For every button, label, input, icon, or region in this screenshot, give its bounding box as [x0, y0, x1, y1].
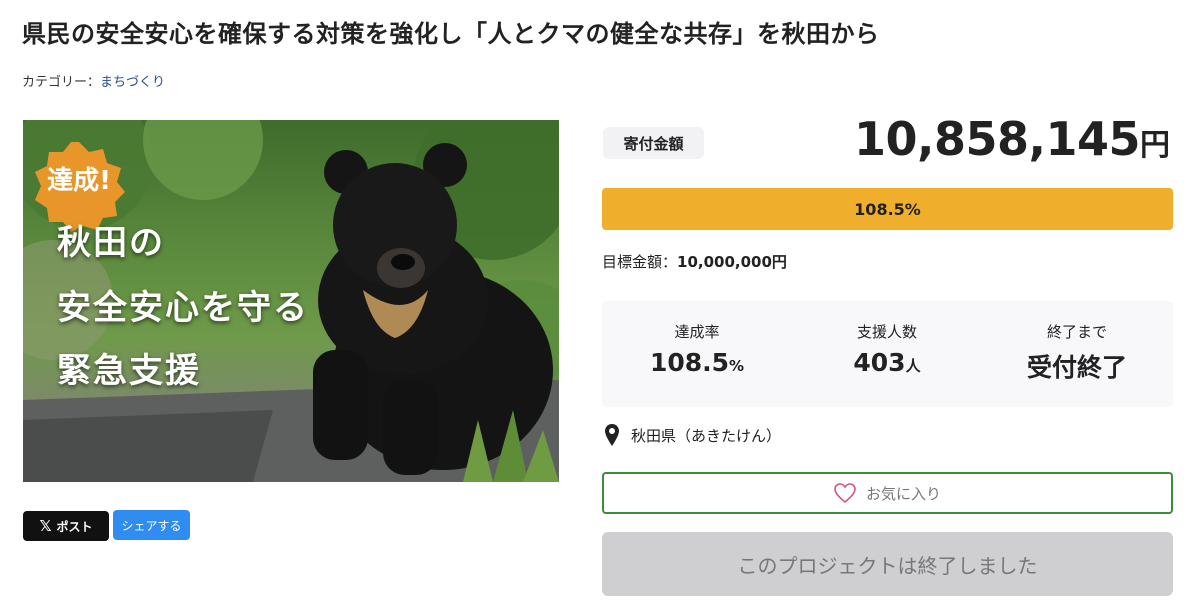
goal-label: 目標金額：: [602, 253, 678, 271]
donation-amount-unit: 円: [1140, 128, 1170, 163]
page-title: 県民の安全安心を確保する対策を強化し「人とクマの健全な共存」を秋田から: [22, 20, 880, 48]
share-button[interactable]: シェアする: [113, 510, 190, 540]
hero-text-line-3: 緊急支援: [57, 351, 201, 391]
stat-value: 108.5%: [649, 348, 745, 377]
stat-label: 達成率: [674, 323, 720, 341]
stat-label: 終了まで: [1046, 323, 1107, 341]
category-label: カテゴリー：: [22, 75, 101, 90]
stat-label: 支援人数: [856, 323, 917, 341]
goal-value: 10,000,000円: [677, 253, 787, 271]
location: 秋田県（あきたけん）: [605, 424, 781, 446]
stat-value: 403人: [853, 348, 921, 377]
map-pin-icon: [605, 424, 619, 446]
category-line: カテゴリー：まちづくり: [22, 71, 165, 90]
stats-panel: 達成率 108.5% 支援人数 403人 終了まで 受付終了: [602, 301, 1173, 407]
favorite-button[interactable]: お気に入り: [602, 472, 1173, 514]
x-post-label: ポスト: [56, 519, 93, 534]
location-text: 秋田県（あきたけん）: [631, 426, 782, 445]
category-link[interactable]: まちづくり: [100, 75, 165, 90]
achieved-badge-text: 達成!: [47, 166, 111, 196]
donation-amount: 10,858,145円: [854, 112, 1170, 166]
hero-text-line-2: 安全安心を守る: [57, 288, 309, 328]
project-ended-button[interactable]: このプロジェクトは終了しました: [602, 532, 1173, 596]
hero-text-line-1: 秋田の: [57, 223, 165, 263]
donation-amount-label: 寄付金額: [603, 127, 704, 159]
donation-amount-value: 10,858,145: [853, 112, 1141, 166]
funding-progress-bar: 108.5%: [602, 188, 1173, 230]
goal-amount: 目標金額：10,000,000円: [602, 251, 787, 272]
favorite-label: お気に入り: [865, 484, 941, 503]
x-post-button[interactable]: 𝕏 ポスト: [23, 511, 109, 541]
heart-icon: [834, 483, 856, 503]
stat-value: 受付終了: [1026, 353, 1127, 382]
x-logo-icon: 𝕏: [39, 517, 52, 535]
